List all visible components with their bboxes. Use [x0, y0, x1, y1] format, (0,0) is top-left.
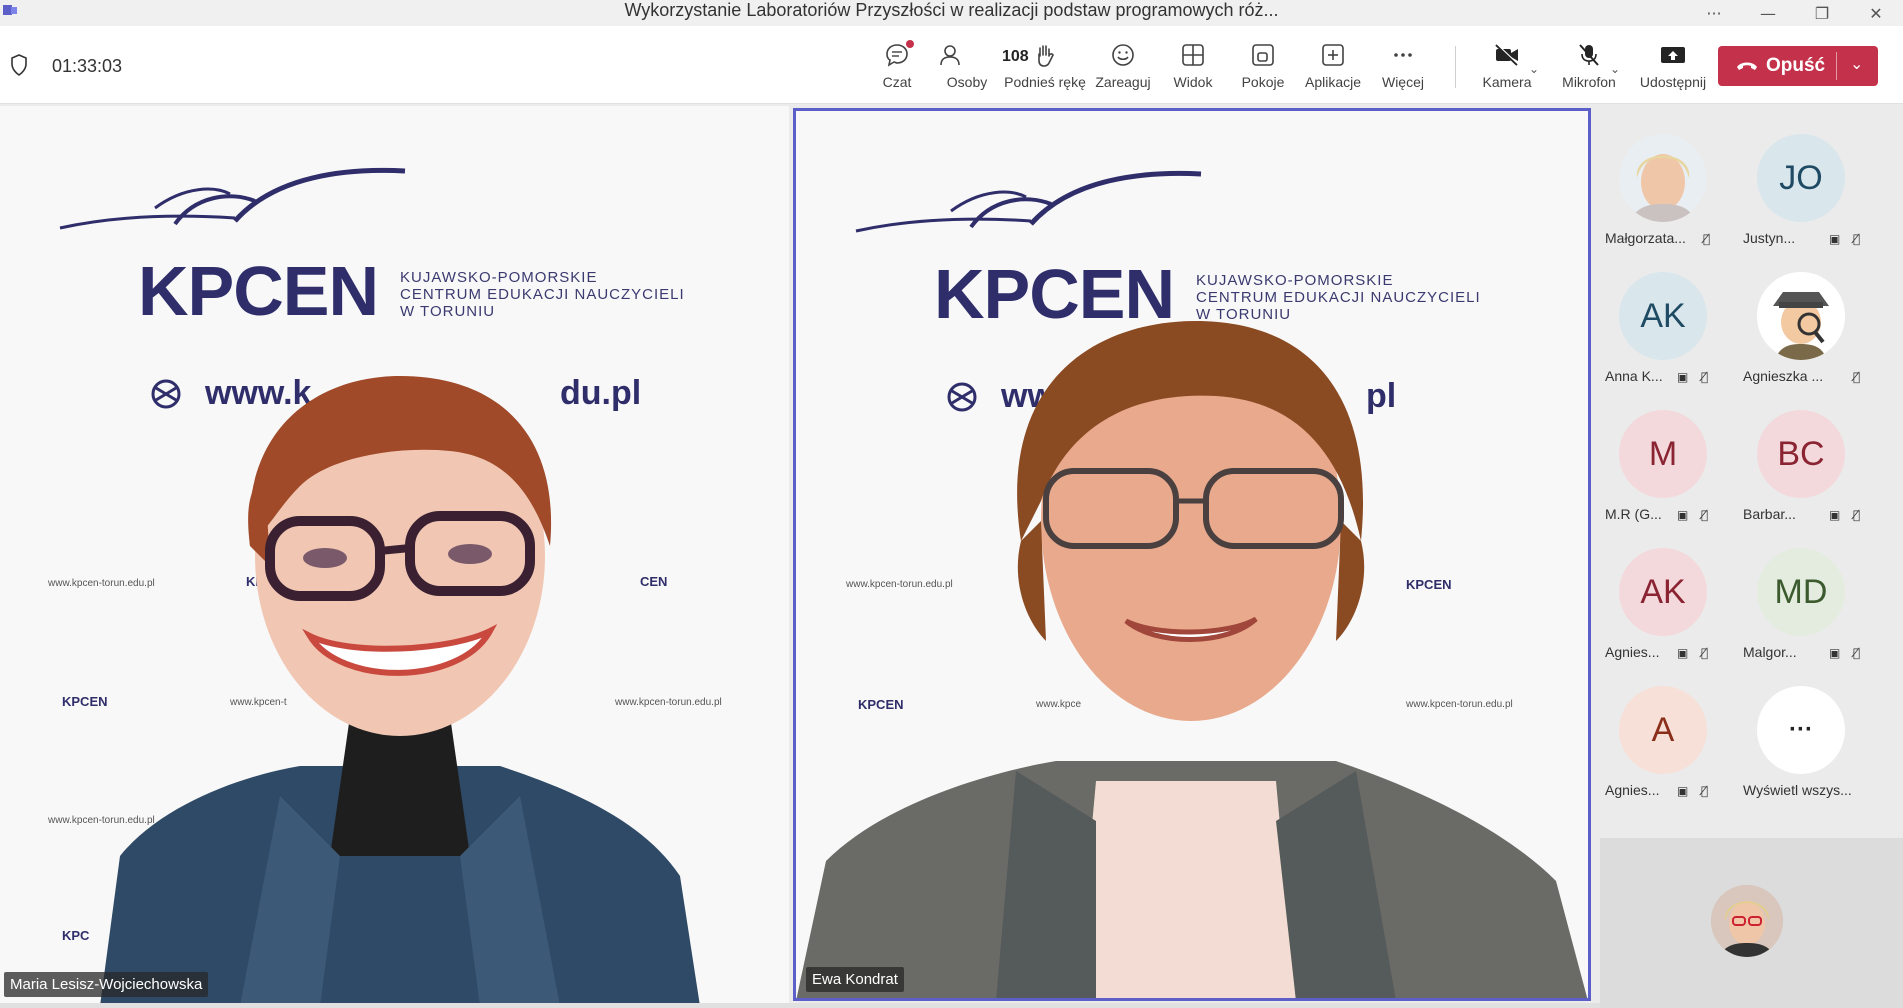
- people-button[interactable]: Osoby: [932, 26, 1002, 104]
- shield-icon: [11, 54, 27, 76]
- kpcen-bird-logo: [59, 167, 406, 230]
- roster-participant[interactable]: M M.R (G... ▣ 🎙̸: [1595, 382, 1733, 522]
- minimize-button[interactable]: —: [1741, 0, 1795, 26]
- meeting-toolbar: 01:33:03 Czat Osoby Podnieś rękę Zareagu…: [0, 26, 1903, 104]
- leave-button[interactable]: Opuść ⌄: [1718, 46, 1878, 86]
- view-all-label: Wyświetl wszys...: [1743, 782, 1852, 798]
- participant-video-ewa: [796, 321, 1588, 998]
- hang-up-icon: [1737, 62, 1757, 70]
- roster-participant[interactable]: AK Agnies... ▣ 🎙̸: [1595, 520, 1733, 660]
- video-tile-ewa-active-speaker[interactable]: KPCEN KUJAWSKO-POMORSKIE CENTRUM EDUKACJ…: [793, 108, 1591, 1001]
- avatar: MD: [1757, 548, 1845, 636]
- raise-hand-label: Podnieś rękę: [1004, 74, 1086, 90]
- participant-name-tag: Maria Lesisz-Wojciechowska: [4, 972, 209, 997]
- kpcen-bird-logo: [855, 170, 1202, 233]
- react-label: Zareaguj: [1095, 74, 1151, 90]
- avatar: BC: [1757, 410, 1845, 498]
- rooms-button[interactable]: Pokoje: [1228, 26, 1298, 104]
- microphone-label: Mikrofon: [1562, 74, 1616, 90]
- roster-participant[interactable]: MD Malgor... ▣ 🎙̸: [1733, 520, 1871, 660]
- maximize-button[interactable]: ❐: [1795, 0, 1849, 26]
- raise-hand-icon: [1030, 40, 1060, 70]
- kpcen-logo-text: KPCEN: [138, 252, 379, 330]
- av-controls: Kamera Mikrofon Udostępnij: [1468, 26, 1712, 104]
- subtitle-line: CENTRUM EDUKACJI NAUCZYCIELI: [400, 286, 685, 303]
- people-icon: [935, 40, 965, 70]
- people-label: Osoby: [946, 74, 988, 90]
- camera-options-chevron-icon[interactable]: ⌄: [1529, 62, 1539, 76]
- roster-participant[interactable]: Agnieszka ... 🎙̸: [1733, 244, 1871, 384]
- more-label: Więcej: [1381, 74, 1424, 90]
- mic-off-icon: [1574, 40, 1604, 70]
- leave-label: Opuść: [1766, 55, 1826, 76]
- leave-options-chevron-icon[interactable]: ⌄: [1850, 54, 1863, 73]
- window-title: Wykorzystanie Laboratoriów Przyszłości w…: [624, 0, 1279, 20]
- chat-label: Czat: [882, 74, 912, 90]
- close-button[interactable]: ✕: [1849, 0, 1903, 26]
- meeting-timer: 01:33:03: [52, 56, 123, 76]
- roster-participant[interactable]: Małgorzata... 🎙̸: [1595, 106, 1733, 246]
- share-icon: [1658, 40, 1688, 70]
- window-more-button[interactable]: ···: [1687, 0, 1741, 26]
- avatar: JO: [1757, 134, 1845, 222]
- ellipsis-icon: ···: [1757, 686, 1845, 774]
- mic-off-icon: 🎙̸: [1701, 784, 1709, 798]
- self-avatar: [1711, 885, 1783, 957]
- avatar: AK: [1619, 548, 1707, 636]
- view-all-participants-button[interactable]: ··· Wyświetl wszys...: [1733, 658, 1871, 798]
- chat-notification-dot: [906, 40, 914, 48]
- chat-button[interactable]: Czat: [862, 26, 932, 104]
- more-icon: [1388, 40, 1418, 70]
- view-label: Widok: [1173, 74, 1213, 90]
- avatar: M: [1619, 410, 1707, 498]
- window-controls: ··· — ❐ ✕: [1687, 0, 1903, 26]
- roster-participant[interactable]: JO Justyn... ▣ 🎙̸: [1733, 106, 1871, 246]
- avatar: AK: [1619, 272, 1707, 360]
- participant-name-tag: Ewa Kondrat: [806, 967, 904, 992]
- subtitle-line: KUJAWSKO-POMORSKIE: [1196, 272, 1394, 289]
- rooms-label: Pokoje: [1241, 74, 1285, 90]
- small-logo: KPC: [62, 928, 90, 943]
- participant-count: 108: [1002, 48, 1029, 65]
- smiley-icon: [1108, 40, 1138, 70]
- mic-options-chevron-icon[interactable]: ⌄: [1610, 62, 1620, 76]
- apps-label: Aplikacje: [1304, 74, 1362, 90]
- react-button[interactable]: Zareaguj: [1088, 26, 1158, 104]
- roster-participant[interactable]: BC Barbar... ▣ 🎙̸: [1733, 382, 1871, 522]
- more-button[interactable]: Więcej: [1368, 26, 1438, 104]
- title-bar: Wykorzystanie Laboratoriów Przyszłości w…: [0, 0, 1903, 26]
- kpcen-subtitle: KUJAWSKO-POMORSKIE CENTRUM EDUKACJI NAUC…: [400, 269, 685, 320]
- toolbar-actions: Czat Osoby Podnieś rękę Zareaguj Widok P…: [862, 26, 1438, 104]
- bottom-edge: [0, 1003, 1600, 1008]
- participant-roster: Małgorzata... 🎙̸ JO Justyn... ▣ 🎙̸ AK An…: [1595, 106, 1903, 836]
- roster-participant[interactable]: AK Anna K... ▣ 🎙̸: [1595, 244, 1733, 384]
- video-tile-maria[interactable]: KPCEN KUJAWSKO-POMORSKIE CENTRUM EDUKACJ…: [0, 106, 789, 1003]
- add-apps-icon: [1318, 40, 1348, 70]
- avatar: A: [1619, 686, 1707, 774]
- apps-button[interactable]: Aplikacje: [1298, 26, 1368, 104]
- rooms-icon: [1248, 40, 1278, 70]
- share-label: Udostępnij: [1639, 74, 1707, 90]
- avatar: [1757, 272, 1845, 360]
- camera-off-icon: [1492, 40, 1522, 70]
- grid-view-icon: [1178, 40, 1208, 70]
- participant-name: Agnies...: [1605, 782, 1660, 798]
- teams-meeting-window: Wykorzystanie Laboratoriów Przyszłości w…: [0, 0, 1903, 1008]
- view-button[interactable]: Widok: [1158, 26, 1228, 104]
- participant-video-maria: [100, 376, 700, 1003]
- subtitle-line: KUJAWSKO-POMORSKIE: [400, 269, 598, 286]
- toolbar-divider: [1455, 46, 1456, 88]
- subtitle-line: W TORUNIU: [400, 303, 496, 320]
- leave-divider: [1836, 52, 1837, 80]
- self-view-tile[interactable]: [1600, 838, 1903, 1008]
- avatar: [1619, 134, 1707, 222]
- camera-off-icon: ▣: [1677, 784, 1689, 798]
- share-button[interactable]: Udostępnij: [1634, 26, 1712, 104]
- roster-participant[interactable]: A Agnies... ▣ 🎙̸: [1595, 658, 1733, 798]
- camera-label: Kamera: [1482, 74, 1532, 90]
